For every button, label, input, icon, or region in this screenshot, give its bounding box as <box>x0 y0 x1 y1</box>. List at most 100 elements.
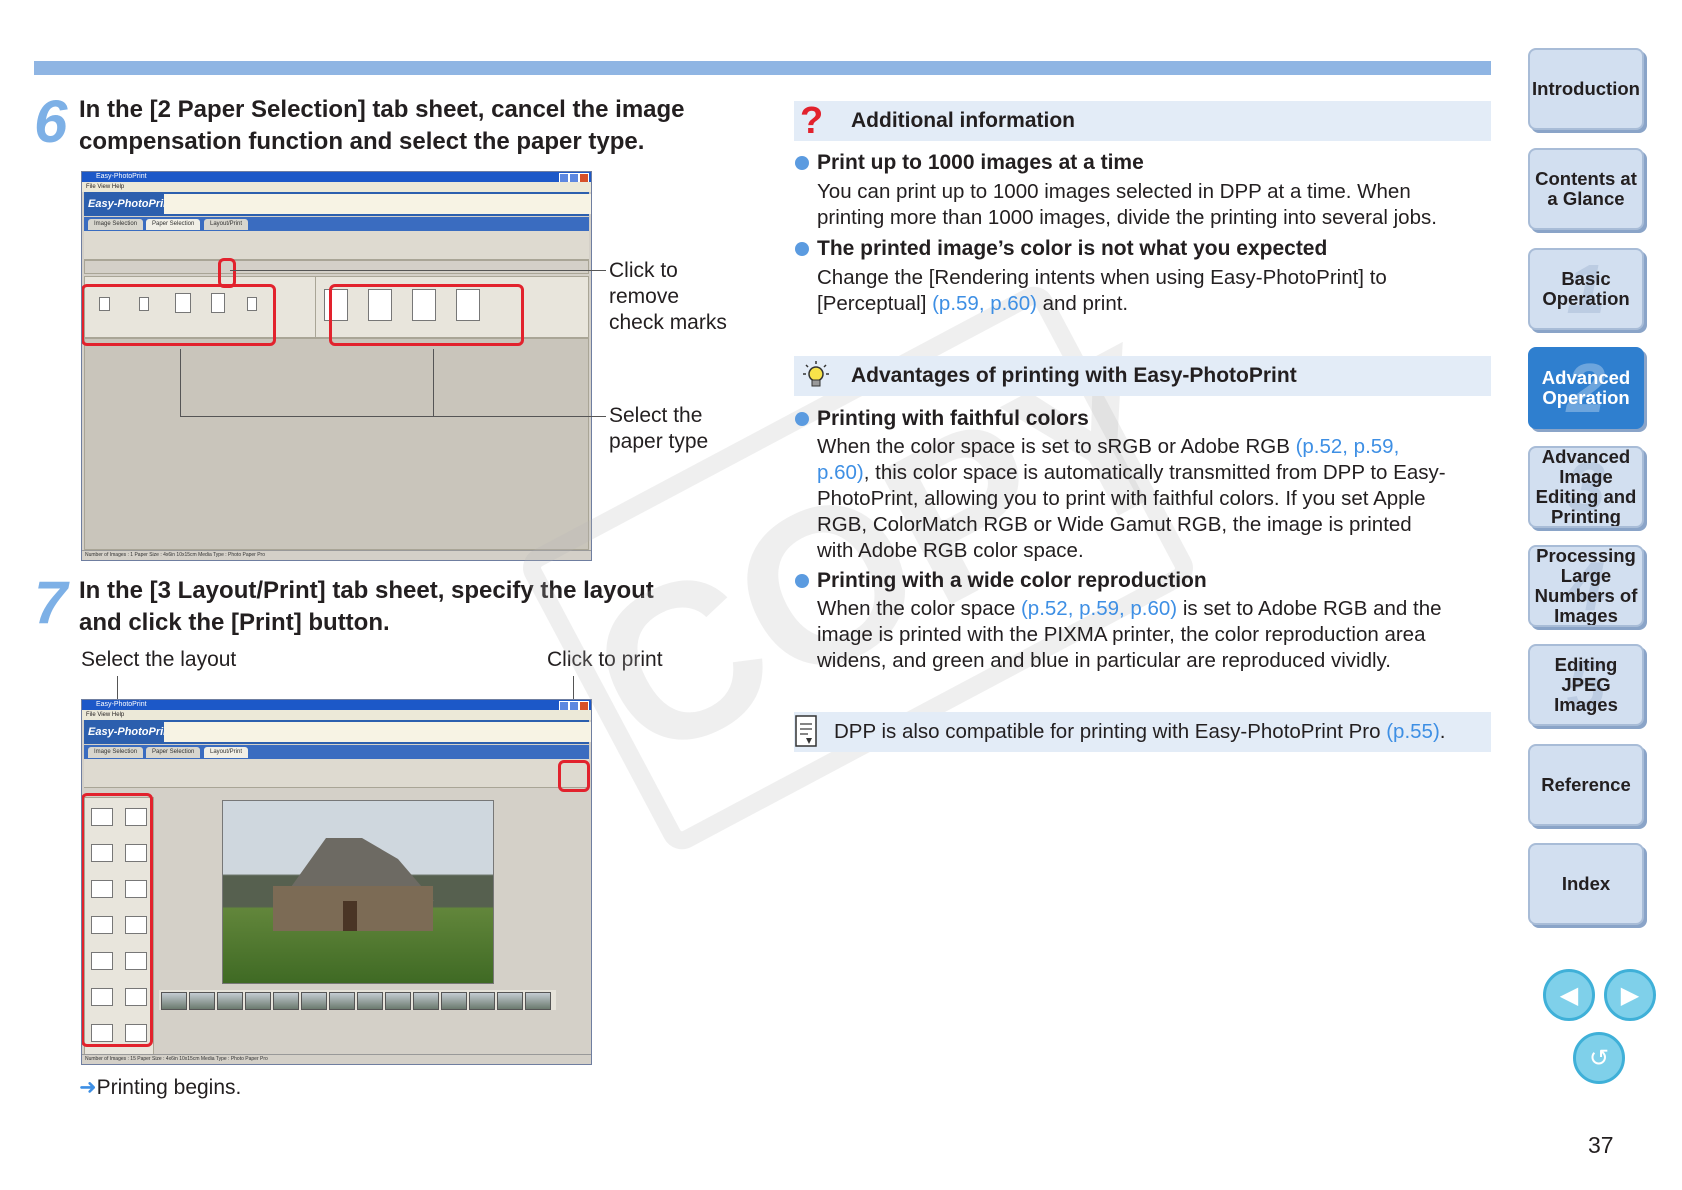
para-line: When the color space (p.52, p.59, p.60) … <box>817 596 1497 622</box>
nav-label: Advanced Operation <box>1541 367 1631 408</box>
nav-reference[interactable]: Reference <box>1528 744 1644 826</box>
tab-paper-selection[interactable]: Paper Selection <box>146 219 201 230</box>
tab-layout-print[interactable]: Layout/Print <box>204 219 249 230</box>
para-text: [Perceptual] <box>817 292 933 315</box>
callout-text: check marks <box>609 311 727 334</box>
callout-text: paper type <box>609 430 709 453</box>
preview-area <box>84 338 589 550</box>
para-line: Change the [Rendering intents when using… <box>817 266 1387 289</box>
menu-bar[interactable]: File View Help <box>82 710 591 720</box>
status-bar: Number of Images : 1 Paper Size : 4x6in … <box>82 550 591 560</box>
callout-select-layout: Select the layout <box>81 648 237 671</box>
thumbnail[interactable] <box>441 992 467 1010</box>
advantages-item2-title: Printing with a wide color reproduction <box>817 569 1207 592</box>
toolbar <box>84 231 589 260</box>
question-mark-icon: ? <box>800 100 824 142</box>
para-line: You can print up to 1000 images selected… <box>817 180 1411 203</box>
window-titlebar: Easy-PhotoPrint <box>82 172 591 183</box>
layout-print-screenshot: Easy-PhotoPrint File View Help Easy-Phot… <box>81 699 592 1065</box>
thumbnail[interactable] <box>525 992 551 1010</box>
app-banner: Easy-PhotoPrint <box>84 192 591 216</box>
thumbnail[interactable] <box>497 992 523 1010</box>
app-logo: Easy-PhotoPrint <box>88 726 174 738</box>
note-text: DPP is also compatible for printing with… <box>834 712 1446 752</box>
thumbnail[interactable] <box>385 992 411 1010</box>
page-link[interactable]: (p.52, p.59, <box>1296 435 1400 458</box>
step-7-title-line2: and click the [Print] button. <box>79 609 390 636</box>
callout-text: remove <box>609 285 680 308</box>
tab-image-selection[interactable]: Image Selection <box>88 219 144 230</box>
nav-advanced-image-editing[interactable]: 3 Advanced Image Editing and Printing <box>1528 446 1644 528</box>
nav-index[interactable]: Index <box>1528 843 1644 925</box>
callout-line <box>230 270 606 271</box>
bullet-dot <box>795 574 809 588</box>
return-button[interactable]: ↺ <box>1573 1032 1625 1084</box>
para-line: p.60), this color space is automatically… <box>817 460 1497 486</box>
note-icon <box>794 714 818 748</box>
nav-label: Reference <box>1541 774 1631 795</box>
callout-remove-check-marks: Click to remove check marks <box>609 258 727 336</box>
status-bar: Number of Images : 15 Paper Size : 4x6in… <box>82 1054 591 1064</box>
nav-introduction[interactable]: Introduction <box>1528 48 1644 130</box>
arrow-left-icon: ◀ <box>1559 981 1579 1009</box>
step-7-title: In the [3 Layout/Print] tab sheet, speci… <box>79 575 759 639</box>
tab-image-selection[interactable]: Image Selection <box>88 747 144 758</box>
thumbnail[interactable] <box>357 992 383 1010</box>
thumbnail[interactable] <box>189 992 215 1010</box>
app-banner: Easy-PhotoPrint <box>84 720 591 744</box>
additional-info-title: Additional information <box>851 109 1075 132</box>
additional-item1-title: Print up to 1000 images at a time <box>817 151 1144 174</box>
thumbnail[interactable] <box>245 992 271 1010</box>
tab-strip: Image Selection Paper Selection Layout/P… <box>84 745 589 759</box>
page-link[interactable]: (p.55) <box>1386 720 1440 743</box>
nav-basic-operation[interactable]: 1 Basic Operation <box>1528 248 1644 330</box>
thumbnail[interactable] <box>217 992 243 1010</box>
para-line: printing more than 1000 images, divide t… <box>817 206 1437 229</box>
nav-advanced-operation[interactable]: 2 Advanced Operation <box>1528 347 1644 429</box>
step-6-number: 6 <box>34 88 68 155</box>
nav-label: Processing Large Numbers of Images <box>1534 545 1638 626</box>
page-link[interactable]: (p.52, p.59, p.60) <box>1021 597 1177 620</box>
next-page-button[interactable]: ▶ <box>1604 969 1656 1021</box>
layout-list-highlight <box>82 793 153 1047</box>
tab-layout-print[interactable]: Layout/Print <box>204 747 249 758</box>
thumbnail[interactable] <box>413 992 439 1010</box>
bullet-dot <box>795 412 809 426</box>
nav-label: Advanced Image Editing and Printing <box>1535 446 1637 527</box>
result-text: Printing begins. <box>96 1076 242 1099</box>
para-line: with Adobe RGB color space. <box>817 539 1084 562</box>
paper-selection-screenshot: Easy-PhotoPrint File View Help Easy-Phot… <box>81 171 592 561</box>
thumbnail[interactable] <box>469 992 495 1010</box>
nav-label: Editing JPEG Images <box>1554 654 1618 715</box>
para-text: When the color space <box>817 597 1021 620</box>
nav-label: Introduction <box>1532 78 1640 99</box>
thumbnail[interactable] <box>301 992 327 1010</box>
window-title: Easy-PhotoPrint <box>96 173 147 180</box>
arrow-right-icon: ➜ <box>79 1076 97 1099</box>
para-line: widens, and green and blue in particular… <box>817 649 1391 672</box>
tab-paper-selection[interactable]: Paper Selection <box>146 747 201 758</box>
page-link[interactable]: (p.59, p.60) <box>932 292 1037 315</box>
additional-item1-body: You can print up to 1000 images selected… <box>817 179 1497 231</box>
callout-text: Click to <box>609 259 678 282</box>
printer-row <box>84 260 589 274</box>
para-line: PhotoPrint, allowing you to print with f… <box>817 487 1426 510</box>
step-6-title-line2: compensation function and select the pap… <box>79 128 645 155</box>
additional-item2-body: Change the [Rendering intents when using… <box>817 265 1497 317</box>
thumbnail-strip <box>159 990 556 1010</box>
previous-page-button[interactable]: ◀ <box>1543 969 1595 1021</box>
page-link[interactable]: p.60) <box>817 461 864 484</box>
nav-processing-large-numbers[interactable]: 4 Processing Large Numbers of Images <box>1528 545 1644 627</box>
thumbnail[interactable] <box>329 992 355 1010</box>
nav-contents-at-a-glance[interactable]: Contents at a Glance <box>1528 148 1644 230</box>
paper-size-highlight <box>82 284 276 346</box>
tab-strip: Image Selection Paper Selection Layout/P… <box>84 217 589 231</box>
media-type-highlight <box>329 284 524 346</box>
nav-label: Index <box>1561 873 1611 894</box>
thumbnail[interactable] <box>273 992 299 1010</box>
para-line: RGB, ColorMatch RGB or Wide Gamut RGB, t… <box>817 513 1412 536</box>
thumbnail[interactable] <box>161 992 187 1010</box>
menu-bar[interactable]: File View Help <box>82 182 591 192</box>
nav-editing-jpeg[interactable]: 5 Editing JPEG Images <box>1528 644 1644 726</box>
callout-text: Select the <box>609 404 703 427</box>
